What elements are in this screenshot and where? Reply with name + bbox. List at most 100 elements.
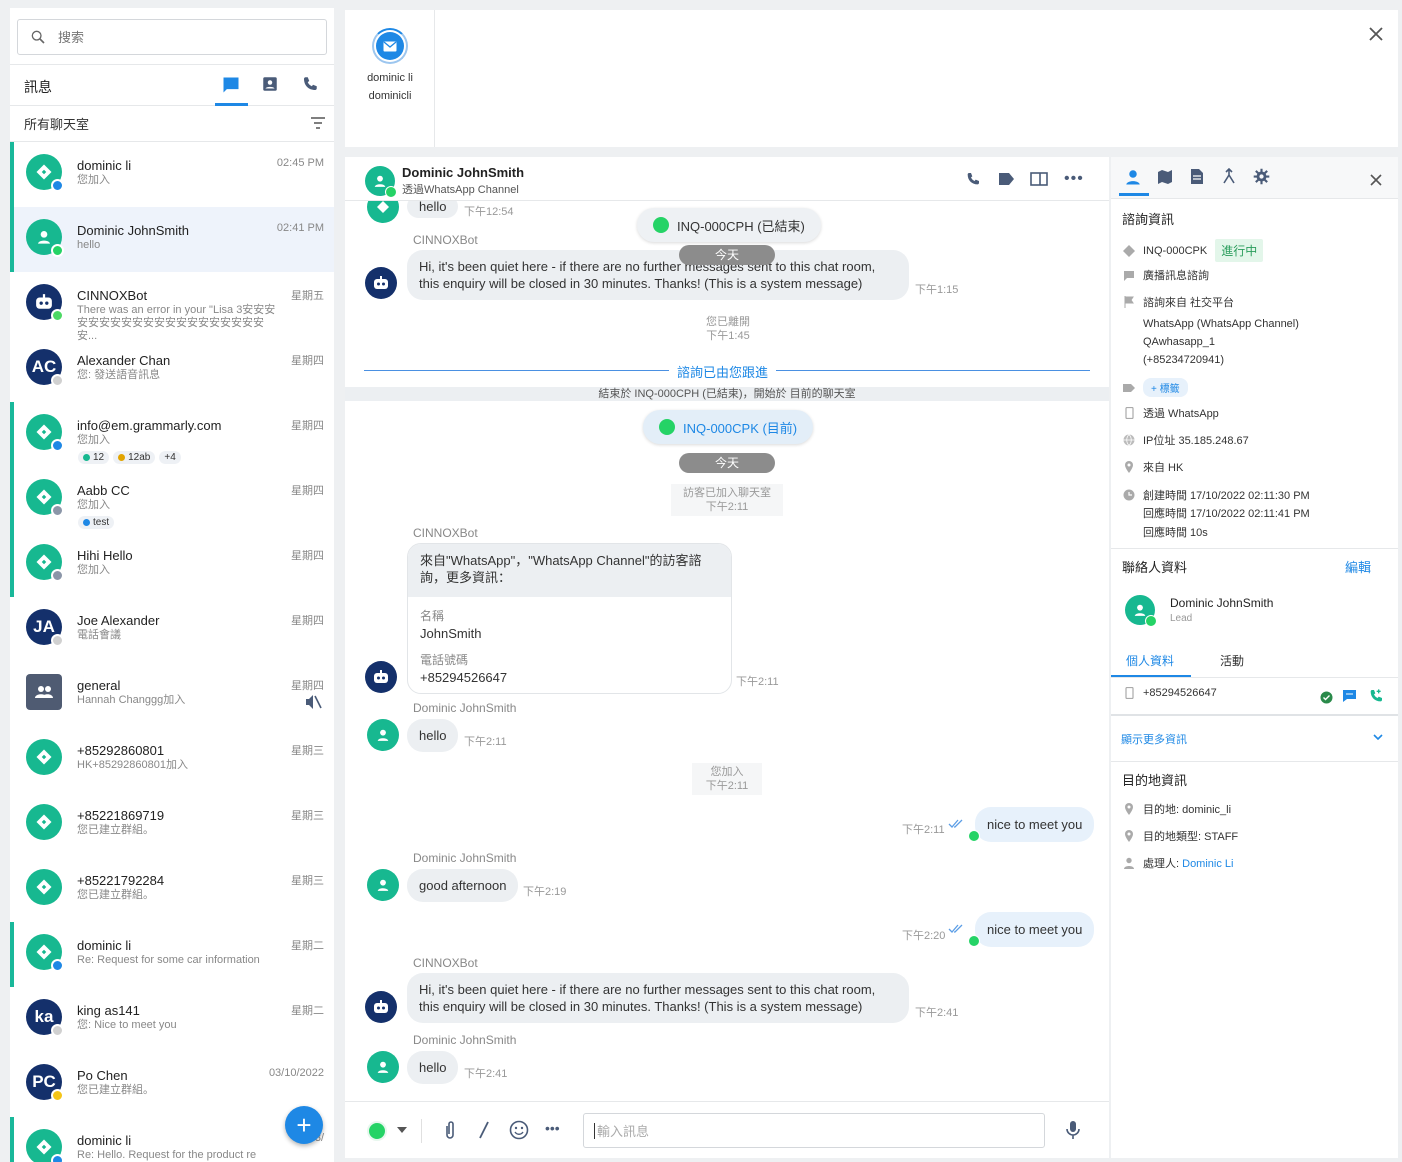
conversation-item[interactable]: CINNOXBot There was an error in your "Lis… [10,272,334,342]
current-enquiry-chip[interactable]: INQ-000CPK (目前) [643,410,814,444]
filter-row[interactable]: 所有聊天室 [10,106,334,142]
unread-indicator [10,402,14,467]
message-time: 下午2:41 [915,1007,959,1019]
destination-row: 目的地: dominic_li [1123,801,1231,817]
person-icon[interactable] [1124,168,1142,186]
close-icon[interactable] [1368,26,1384,42]
whatsapp-channel-icon[interactable] [367,1121,387,1141]
info-panel: 諮詢資訊 INQ-000CPK 進行中 廣播訊息諮詢 諮詢來自 社交平台 Wha… [1111,157,1398,1158]
avatar-initials: ka [34,1007,54,1026]
card-phone-label: 電話號碼 [420,653,469,667]
search-input[interactable] [58,29,288,45]
status-badge: 進行中 [1215,239,1264,262]
created-time: 創建時間 17/10/2022 02:11:30 PM [1143,490,1310,502]
divider [1111,677,1398,678]
conversation-item[interactable]: dominic li Re: Request for some car infor… [10,922,334,987]
info-tabs [1111,157,1398,199]
contact-name: Dominic JohnSmith [1170,596,1274,610]
contacts-tab-icon[interactable] [261,75,283,97]
close-icon[interactable] [1370,174,1382,186]
conversation-item[interactable]: +85221869719 您已建立群組。 星期三 [10,792,334,857]
conversation-preview: 您加入 [77,499,110,511]
conversation-item[interactable]: JA Joe Alexander 電話會議 星期四 [10,597,334,662]
filter-icon[interactable] [310,116,326,130]
conversation-item[interactable]: +85292860801 HK+85292860801加入 星期三 [10,727,334,792]
chevron-down-icon[interactable] [1373,734,1383,740]
phone-row: +85294526647 [1123,687,1217,699]
call-contact-icon[interactable] [1368,688,1384,704]
conversation-preview: 您加入 [77,564,110,576]
more-options-icon[interactable]: ••• [1064,170,1084,188]
conversation-item[interactable]: +85221792284 您已建立群組。 星期三 [10,857,334,922]
whatsapp-icon [659,419,675,435]
message-input[interactable]: 輸入訊息 [583,1113,1045,1148]
previous-enquiry-chip[interactable]: INQ-000CPH (已結束) [637,208,821,242]
ip-label: IP位址 35.185.248.67 [1143,435,1249,447]
search-box[interactable] [17,19,327,55]
more-tools-icon[interactable]: ••• [545,1120,560,1136]
attachment-icon[interactable] [443,1120,457,1140]
unread-indicator [10,467,14,532]
call-icon[interactable] [965,171,981,187]
source-number: (+85234720941) [1143,354,1225,366]
conversation-item[interactable]: dominic li 您加入 02:45 PM [10,142,334,207]
conversation-item[interactable]: Hihi Hello 您加入 星期四 [10,532,334,597]
card-name: JohnSmith [420,626,482,641]
calls-tab-icon[interactable] [301,75,323,97]
top-bar: dominic li dominicli [345,10,1398,147]
conversation-item[interactable]: Dominic JohnSmith hello 02:41 PM [10,207,334,272]
via-label: 透過 WhatsApp [1143,408,1219,420]
system-message-bubble: Hi, it's been quiet here - if there are … [407,250,909,300]
conversation-item[interactable]: info@em.grammarly.com 您加入 星期四 12 12ab +4 [10,402,334,467]
show-more-link[interactable]: 顯示更多資訊 [1121,731,1187,747]
conversation-preview: 您已建立群組。 [77,1084,154,1096]
system-message-bubble: Hi, it's been quiet here - if there are … [407,973,909,1023]
date-divider: 今天 [679,453,775,473]
conversation-time: 星期三 [291,745,324,757]
chevron-down-icon[interactable] [397,1127,407,1133]
destination-section-title: 目的地資訊 [1122,773,1188,788]
person-avatar-icon [26,219,64,257]
avatar-initials: AC [31,357,57,376]
conversation-name: +85221869719 [77,808,165,823]
microphone-icon[interactable] [1066,1120,1080,1140]
gear-icon[interactable] [1253,168,1270,185]
chat-tab-icon[interactable] [221,75,243,97]
map-icon[interactable] [1157,169,1173,185]
merge-icon[interactable] [1222,168,1236,184]
conversation-item[interactable]: PC Po Chen 您已建立群組。 03/10/2022 [10,1052,334,1117]
presence-badge [51,959,64,972]
slash-command-icon[interactable] [477,1121,491,1139]
source-account: QAwhasapp_1 [1143,336,1215,348]
left-chat-notice: 您已離開 下午1:45 [694,313,762,345]
new-conversation-button[interactable]: + [285,1106,323,1144]
flag-icon [1124,296,1134,308]
messages-title: 訊息 [24,79,52,95]
conversation-item[interactable]: general Hannah Changgg加入 星期四 [10,662,334,727]
message-time: 下午2:20 [902,930,946,942]
tab-activity[interactable]: 活動 [1220,652,1244,669]
conversation-item[interactable]: ka king as141 您: Nice to meet you 星期二 [10,987,334,1052]
document-icon[interactable] [1190,168,1204,185]
conversation-item[interactable]: AC Alexander Chan 您: 發送語音訊息 星期四 [10,337,334,402]
message-area[interactable]: hello 下午12:54 INQ-000CPH (已結束) CINNOXBot… [345,157,1109,1101]
split-view-icon[interactable] [1030,172,1048,186]
message-contact-icon[interactable] [1342,689,1357,703]
source-row: 諮詢來自 社交平台 [1123,294,1234,310]
sender-name: CINNOXBot [413,233,478,247]
destination: 目的地: dominic_li [1143,804,1232,816]
tag-icon[interactable] [998,172,1015,186]
emoji-icon[interactable] [509,1120,529,1140]
tag-chip: test [78,516,115,529]
handler-link[interactable]: Dominic Li [1182,858,1233,870]
edit-contact-link[interactable]: 編輯 [1345,557,1371,576]
add-tag-button[interactable]: + 標籤 [1143,378,1188,397]
avatar: ka [26,999,64,1037]
bot-avatar [365,267,397,299]
search-icon [30,29,46,45]
presence-badge [51,1024,64,1037]
whatsapp-badge [968,935,980,947]
active-session-card[interactable]: dominic li dominicli [345,10,435,147]
tab-personal-info[interactable]: 個人資料 [1126,652,1174,669]
conversation-item[interactable]: Aabb CC 您加入 星期四 test [10,467,334,532]
